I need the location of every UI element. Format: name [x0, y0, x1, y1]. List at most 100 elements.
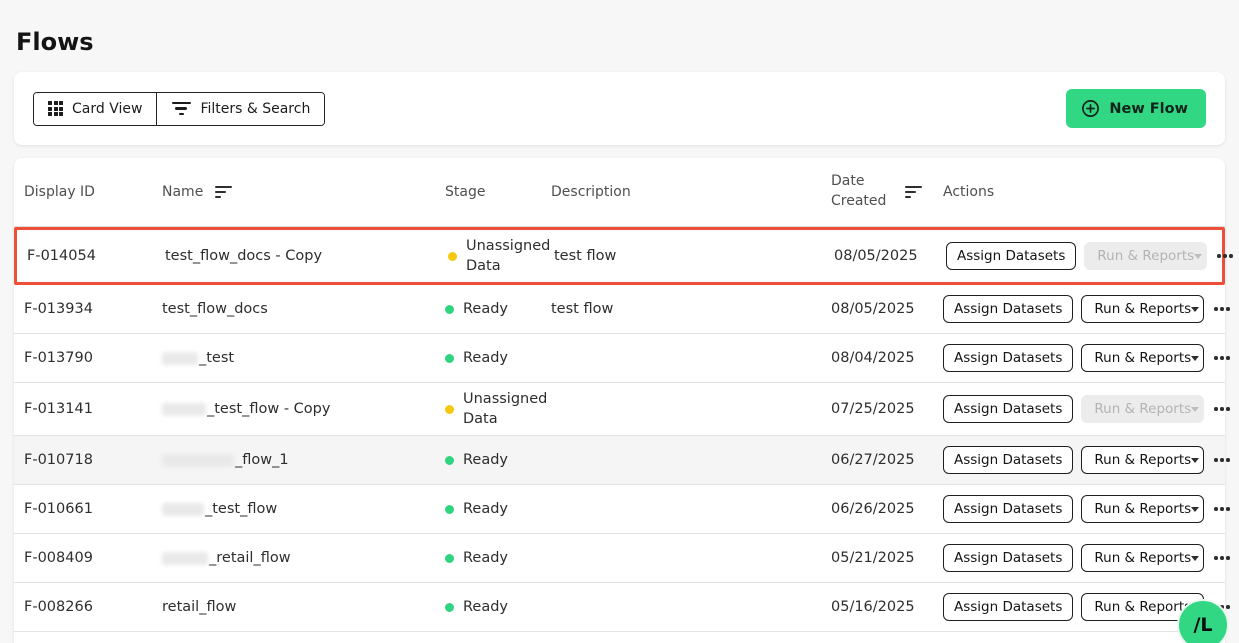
- flow-stage: Ready: [435, 444, 541, 476]
- chevron-down-icon: [1191, 356, 1199, 361]
- flow-display-id: F-014054: [17, 242, 155, 270]
- stage-dot-icon: [445, 456, 454, 465]
- flow-stage: Ready: [435, 591, 541, 623]
- chevron-down-icon: [1191, 556, 1199, 561]
- flow-name: _flow_1: [152, 446, 435, 474]
- date-created: 07/25/2025: [821, 395, 933, 423]
- redacted-text: [162, 403, 206, 416]
- table-row[interactable]: F-013934 test_flow_docs Ready test flow …: [14, 285, 1225, 334]
- sort-name-icon[interactable]: [215, 186, 232, 199]
- stage-dot-icon: [445, 354, 454, 363]
- row-actions: Assign Datasets Run & Reports: [936, 236, 1239, 276]
- header-actions: Actions: [933, 184, 1225, 200]
- stage-dot-icon: [445, 405, 454, 414]
- stage-label: Unassigned Data: [466, 236, 550, 276]
- date-created: 06/27/2025: [821, 446, 933, 474]
- redacted-text: [162, 352, 198, 365]
- view-toggle-group: Card View Filters & Search: [33, 92, 325, 126]
- row-actions: Assign Datasets Run & Reports: [933, 489, 1239, 529]
- ellipsis-icon: [1214, 458, 1218, 462]
- run-reports-button[interactable]: Run & Reports: [1081, 295, 1204, 323]
- flow-display-id: F-008409: [14, 544, 152, 572]
- chevron-down-icon: [1191, 407, 1199, 412]
- assign-datasets-button[interactable]: Assign Datasets: [943, 495, 1073, 523]
- assign-datasets-button[interactable]: Assign Datasets: [946, 242, 1076, 270]
- row-menu-button[interactable]: [1215, 248, 1235, 264]
- row-menu-button[interactable]: [1212, 350, 1232, 366]
- stage-dot-icon: [445, 305, 454, 314]
- sort-date-icon[interactable]: [905, 186, 922, 199]
- grid-icon: [48, 101, 63, 116]
- row-actions: Assign Datasets Run & Reports: [933, 338, 1239, 378]
- table-row[interactable]: F-014054 test_flow_docs - Copy Unassigne…: [14, 227, 1225, 285]
- date-created: 05/21/2025: [821, 544, 933, 572]
- flow-name: _retail_flow: [152, 544, 435, 572]
- header-date-created: Date Created: [821, 172, 933, 212]
- assign-datasets-button[interactable]: Assign Datasets: [943, 295, 1073, 323]
- row-menu-button[interactable]: [1212, 501, 1232, 517]
- flow-name: _test: [152, 344, 435, 372]
- flow-stage: Ready: [435, 542, 541, 574]
- run-reports-button[interactable]: Run & Reports: [1081, 344, 1204, 372]
- assign-datasets-button[interactable]: Assign Datasets: [943, 593, 1073, 621]
- table-row[interactable]: F-010661 _test_flow Ready 06/26/2025 Ass…: [14, 485, 1225, 534]
- redacted-text: [162, 503, 204, 516]
- table-row[interactable]: F-008266 retail_flow Ready 05/16/2025 As…: [14, 583, 1225, 632]
- run-reports-button[interactable]: Run & Reports: [1081, 495, 1204, 523]
- header-stage: Stage: [435, 184, 541, 200]
- flow-stage: Ready: [435, 293, 541, 325]
- card-view-button[interactable]: Card View: [34, 93, 156, 125]
- flow-description: test flow: [544, 242, 824, 270]
- stage-label: Ready: [463, 299, 508, 319]
- ellipsis-icon: [1217, 254, 1221, 258]
- row-menu-button[interactable]: [1212, 452, 1232, 468]
- table-row[interactable]: F-013141 _test_flow - Copy Unassigned Da…: [14, 383, 1225, 436]
- run-reports-button[interactable]: Run & Reports: [1081, 544, 1204, 572]
- date-created: 05/16/2025: [821, 593, 933, 621]
- filters-search-button[interactable]: Filters & Search: [156, 93, 324, 125]
- flow-display-id: F-010718: [14, 446, 152, 474]
- run-reports-button[interactable]: Run & Reports: [1084, 242, 1207, 270]
- stage-dot-icon: [445, 554, 454, 563]
- assign-datasets-button[interactable]: Assign Datasets: [943, 544, 1073, 572]
- row-menu-button[interactable]: [1212, 301, 1232, 317]
- new-flow-button[interactable]: New Flow: [1066, 89, 1206, 128]
- card-view-label: Card View: [72, 101, 142, 117]
- flow-stage: Unassigned Data: [435, 383, 541, 435]
- run-reports-button[interactable]: Run & Reports: [1081, 395, 1204, 423]
- table-row[interactable]: F-013790 _test Ready 08/04/2025 Assign D…: [14, 334, 1225, 383]
- row-menu-button[interactable]: [1212, 401, 1232, 417]
- stage-dot-icon: [445, 505, 454, 514]
- flow-description: [541, 503, 821, 515]
- flow-description: [541, 403, 821, 415]
- ellipsis-icon: [1214, 407, 1218, 411]
- date-created: 06/26/2025: [821, 495, 933, 523]
- table-row[interactable]: F-008409 _retail_flow Ready 05/21/2025 A…: [14, 534, 1225, 583]
- filters-search-label: Filters & Search: [200, 101, 310, 117]
- filter-icon: [171, 102, 191, 116]
- flow-name: test_flow_docs: [152, 295, 435, 323]
- assign-datasets-button[interactable]: Assign Datasets: [943, 395, 1073, 423]
- assistant-fab-button[interactable]: /L: [1177, 599, 1229, 643]
- flow-display-id: F-013790: [14, 344, 152, 372]
- row-actions: Assign Datasets Run & Reports: [933, 389, 1239, 429]
- run-reports-button[interactable]: Run & Reports: [1081, 446, 1204, 474]
- toolbar: Card View Filters & Search New Flow: [14, 72, 1225, 145]
- header-name: Name: [152, 184, 435, 200]
- flow-display-id: F-013934: [14, 295, 152, 323]
- assign-datasets-button[interactable]: Assign Datasets: [943, 446, 1073, 474]
- flow-display-id: F-013141: [14, 395, 152, 423]
- redacted-text: [162, 454, 234, 467]
- row-menu-button[interactable]: [1212, 550, 1232, 566]
- assign-datasets-button[interactable]: Assign Datasets: [943, 344, 1073, 372]
- date-created: 08/05/2025: [821, 295, 933, 323]
- chevron-down-icon: [1191, 507, 1199, 512]
- stage-label: Unassigned Data: [463, 389, 547, 429]
- flow-stage: Unassigned Data: [438, 230, 544, 282]
- flow-name: retail_flow: [152, 593, 435, 621]
- stage-label: Ready: [463, 450, 508, 470]
- table-row[interactable]: F-010718 _flow_1 Ready 06/27/2025 Assign…: [14, 436, 1225, 485]
- ellipsis-icon: [1214, 356, 1218, 360]
- flows-table: Display ID Name Stage Description Date C…: [14, 158, 1225, 643]
- new-flow-label: New Flow: [1109, 101, 1188, 117]
